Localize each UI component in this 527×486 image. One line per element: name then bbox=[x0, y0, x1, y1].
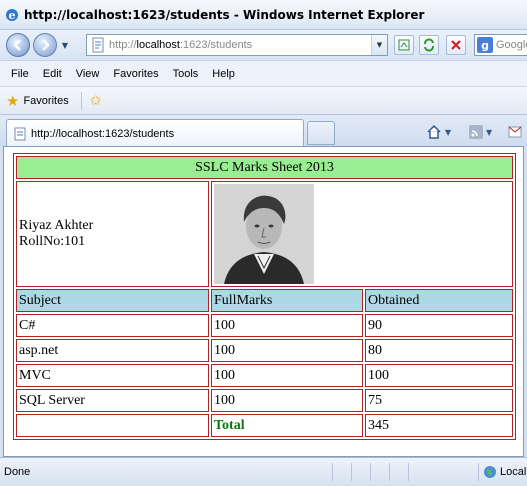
address-bar[interactable]: http://localhost:1623/students ▼ bbox=[86, 34, 388, 56]
forward-arrow-icon bbox=[42, 39, 50, 51]
navigation-bar: ▼ http://localhost:1623/students ▼ g Goo… bbox=[0, 30, 527, 60]
refresh-icon bbox=[424, 38, 434, 52]
status-text: Done bbox=[4, 466, 31, 478]
add-to-favorites-bar-icon[interactable]: ✩ bbox=[90, 93, 102, 109]
obtained-cell: 75 bbox=[365, 389, 513, 412]
student-info-cell: Riyaz Akhter RollNo:101 bbox=[16, 181, 209, 287]
student-photo bbox=[214, 184, 314, 284]
header-row: Subject FullMarks Obtained bbox=[16, 289, 513, 312]
total-value: 345 bbox=[365, 414, 513, 437]
stop-icon bbox=[451, 40, 461, 50]
fullmarks-cell: 100 bbox=[211, 314, 363, 337]
recent-pages-dropdown[interactable]: ▼ bbox=[60, 33, 70, 57]
home-icon bbox=[427, 124, 441, 139]
obtained-cell: 80 bbox=[365, 339, 513, 362]
refresh-button[interactable] bbox=[419, 35, 439, 55]
student-roll-number: RollNo:101 bbox=[19, 234, 86, 249]
compatibility-view-button[interactable] bbox=[394, 35, 414, 55]
column-header-subject: Subject bbox=[16, 289, 209, 312]
tab-students[interactable]: http://localhost:1623/students bbox=[6, 119, 304, 147]
menu-bar: File Edit View Favorites Tools Help bbox=[0, 60, 527, 86]
menu-view[interactable]: View bbox=[69, 68, 107, 80]
menu-tools[interactable]: Tools bbox=[166, 68, 206, 80]
mail-icon bbox=[508, 126, 522, 138]
back-button[interactable] bbox=[6, 33, 30, 57]
table-row: MVC 100 100 bbox=[16, 364, 513, 387]
favorites-bar: ★ Favorites ✩ bbox=[0, 86, 527, 114]
read-mail-button[interactable] bbox=[508, 123, 522, 141]
new-tab-button[interactable] bbox=[307, 121, 335, 145]
security-zone[interactable]: Local bbox=[478, 463, 526, 481]
status-pane bbox=[389, 463, 390, 481]
home-button[interactable]: ▼ bbox=[426, 123, 451, 141]
table-row: C# 100 90 bbox=[16, 314, 513, 337]
rss-icon bbox=[469, 125, 483, 139]
fullmarks-cell: 100 bbox=[211, 389, 363, 412]
page-viewport[interactable]: SSLC Marks Sheet 2013 Riyaz Akhter RollN… bbox=[3, 146, 524, 457]
tab-row: http://localhost:1623/students ▼ ▼ bbox=[0, 114, 527, 147]
favorites-label: Favorites bbox=[23, 94, 69, 107]
stop-button[interactable] bbox=[446, 35, 466, 55]
search-box[interactable]: g Google bbox=[474, 34, 527, 56]
fullmarks-cell: 100 bbox=[211, 364, 363, 387]
address-url[interactable]: http://localhost:1623/students bbox=[109, 39, 252, 51]
subject-cell: MVC bbox=[16, 364, 209, 387]
status-pane bbox=[370, 463, 371, 481]
search-input[interactable]: Google bbox=[496, 39, 527, 51]
menu-help[interactable]: Help bbox=[205, 68, 242, 80]
column-header-obtained: Obtained bbox=[365, 289, 513, 312]
tab-label: http://localhost:1623/students bbox=[31, 127, 175, 140]
menu-favorites[interactable]: Favorites bbox=[106, 68, 165, 80]
student-photo-cell bbox=[211, 181, 513, 287]
total-label: Total bbox=[211, 414, 363, 437]
status-pane bbox=[332, 463, 333, 481]
globe-icon bbox=[484, 466, 496, 478]
menu-file[interactable]: File bbox=[4, 68, 36, 80]
back-arrow-icon bbox=[13, 39, 21, 51]
empty-cell bbox=[16, 414, 209, 437]
favorites-button[interactable]: ★ Favorites bbox=[6, 92, 69, 110]
marks-sheet-table: SSLC Marks Sheet 2013 Riyaz Akhter RollN… bbox=[13, 153, 516, 440]
status-pane bbox=[351, 463, 352, 481]
column-header-fullmarks: FullMarks bbox=[211, 289, 363, 312]
forward-button[interactable] bbox=[33, 33, 57, 57]
page-icon bbox=[92, 37, 104, 53]
compatibility-icon bbox=[398, 39, 410, 51]
star-icon: ★ bbox=[6, 92, 20, 110]
subject-cell: C# bbox=[16, 314, 209, 337]
security-zone-label: Local bbox=[500, 466, 527, 478]
favorites-divider bbox=[80, 91, 82, 110]
google-icon: g bbox=[477, 37, 493, 53]
address-dropdown-button[interactable]: ▼ bbox=[371, 35, 387, 55]
feeds-button[interactable]: ▼ bbox=[469, 123, 492, 141]
status-bar: Done Local bbox=[0, 457, 527, 486]
ie-logo-icon: e bbox=[6, 8, 18, 22]
menu-edit[interactable]: Edit bbox=[36, 68, 69, 80]
total-row: Total 345 bbox=[16, 414, 513, 437]
title-bar: e http://localhost:1623/students - Windo… bbox=[0, 0, 527, 30]
table-row: asp.net 100 80 bbox=[16, 339, 513, 362]
window-title: http://localhost:1623/students - Windows… bbox=[24, 7, 425, 22]
subject-cell: asp.net bbox=[16, 339, 209, 362]
fullmarks-cell: 100 bbox=[211, 339, 363, 362]
status-pane bbox=[408, 463, 409, 481]
page-icon bbox=[14, 127, 26, 140]
student-name: Riyaz Akhter bbox=[19, 218, 94, 233]
marks-sheet-heading: SSLC Marks Sheet 2013 bbox=[16, 156, 513, 179]
subject-cell: SQL Server bbox=[16, 389, 209, 412]
svg-text:e: e bbox=[9, 9, 16, 22]
obtained-cell: 100 bbox=[365, 364, 513, 387]
obtained-cell: 90 bbox=[365, 314, 513, 337]
table-row: SQL Server 100 75 bbox=[16, 389, 513, 412]
